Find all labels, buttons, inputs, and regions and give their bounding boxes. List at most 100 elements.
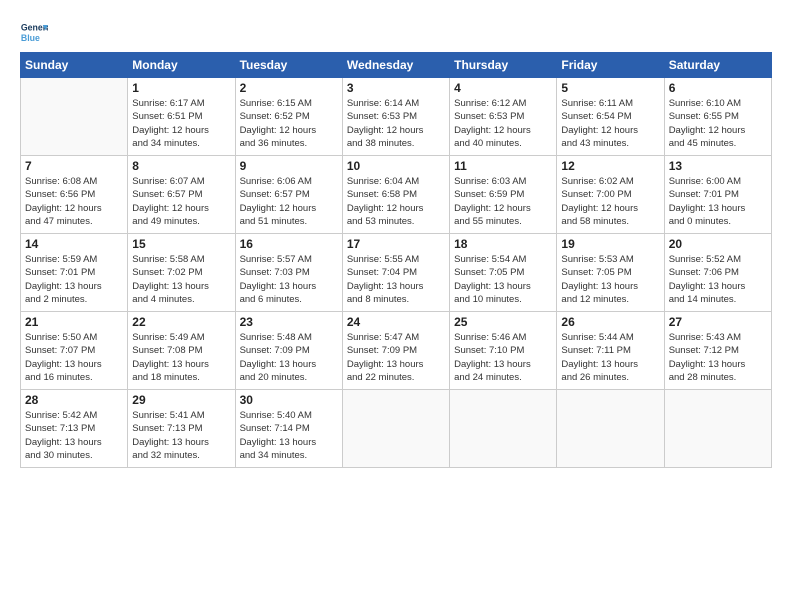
day-number: 23 bbox=[240, 315, 338, 329]
page-container: General Blue SundayMondayTuesdayWednesda… bbox=[0, 0, 792, 478]
calendar-table: SundayMondayTuesdayWednesdayThursdayFrid… bbox=[20, 52, 772, 468]
day-cell: 7Sunrise: 6:08 AM Sunset: 6:56 PM Daylig… bbox=[21, 156, 128, 234]
day-info: Sunrise: 5:43 AM Sunset: 7:12 PM Dayligh… bbox=[669, 331, 767, 384]
day-cell: 14Sunrise: 5:59 AM Sunset: 7:01 PM Dayli… bbox=[21, 234, 128, 312]
day-number: 12 bbox=[561, 159, 659, 173]
day-info: Sunrise: 6:02 AM Sunset: 7:00 PM Dayligh… bbox=[561, 175, 659, 228]
week-row-1: 1Sunrise: 6:17 AM Sunset: 6:51 PM Daylig… bbox=[21, 78, 772, 156]
header-cell-thursday: Thursday bbox=[450, 53, 557, 78]
day-number: 25 bbox=[454, 315, 552, 329]
day-number: 10 bbox=[347, 159, 445, 173]
day-cell: 25 Sunrise: 5:46 AM Sunset: 7:10 PM Dayli… bbox=[450, 312, 557, 390]
header-cell-saturday: Saturday bbox=[664, 53, 771, 78]
day-cell: 6 Sunrise: 6:10 AM Sunset: 6:55 PM Daylig… bbox=[664, 78, 771, 156]
day-info: Sunrise: 5:52 AM Sunset: 7:06 PM Dayligh… bbox=[669, 253, 767, 306]
week-row-2: 7Sunrise: 6:08 AM Sunset: 6:56 PM Daylig… bbox=[21, 156, 772, 234]
day-number: 11 bbox=[454, 159, 552, 173]
day-number: 15 bbox=[132, 237, 230, 251]
day-number: 17 bbox=[347, 237, 445, 251]
day-cell bbox=[557, 390, 664, 468]
day-number: 30 bbox=[240, 393, 338, 407]
day-number: 4 bbox=[454, 81, 552, 95]
day-cell: 30Sunrise: 5:40 AM Sunset: 7:14 PM Dayli… bbox=[235, 390, 342, 468]
header-cell-friday: Friday bbox=[557, 53, 664, 78]
day-cell bbox=[450, 390, 557, 468]
day-cell: 21 Sunrise: 5:50 AM Sunset: 7:07 PM Dayli… bbox=[21, 312, 128, 390]
calendar-body: 1Sunrise: 6:17 AM Sunset: 6:51 PM Daylig… bbox=[21, 78, 772, 468]
day-info: Sunrise: 5:50 AM Sunset: 7:07 PM Dayligh… bbox=[25, 331, 123, 384]
day-number: 24 bbox=[347, 315, 445, 329]
day-number: 19 bbox=[561, 237, 659, 251]
day-cell: 5Sunrise: 6:11 AM Sunset: 6:54 PM Daylig… bbox=[557, 78, 664, 156]
day-info: Sunrise: 5:48 AM Sunset: 7:09 PM Dayligh… bbox=[240, 331, 338, 384]
day-number: 27 bbox=[669, 315, 767, 329]
day-cell: 13Sunrise: 6:00 AM Sunset: 7:01 PM Dayli… bbox=[664, 156, 771, 234]
day-info: Sunrise: 6:08 AM Sunset: 6:56 PM Dayligh… bbox=[25, 175, 123, 228]
day-cell: 16 Sunrise: 5:57 AM Sunset: 7:03 PM Dayli… bbox=[235, 234, 342, 312]
svg-text:Blue: Blue bbox=[21, 33, 40, 43]
day-cell bbox=[664, 390, 771, 468]
day-number: 3 bbox=[347, 81, 445, 95]
header-row: SundayMondayTuesdayWednesdayThursdayFrid… bbox=[21, 53, 772, 78]
day-cell: 8 Sunrise: 6:07 AM Sunset: 6:57 PM Daylig… bbox=[128, 156, 235, 234]
day-number: 26 bbox=[561, 315, 659, 329]
day-number: 28 bbox=[25, 393, 123, 407]
day-cell: 19 Sunrise: 5:53 AM Sunset: 7:05 PM Dayli… bbox=[557, 234, 664, 312]
day-info: Sunrise: 5:46 AM Sunset: 7:10 PM Dayligh… bbox=[454, 331, 552, 384]
day-cell bbox=[21, 78, 128, 156]
day-info: Sunrise: 6:15 AM Sunset: 6:52 PM Dayligh… bbox=[240, 97, 338, 150]
day-cell: 22Sunrise: 5:49 AM Sunset: 7:08 PM Dayli… bbox=[128, 312, 235, 390]
day-cell: 1Sunrise: 6:17 AM Sunset: 6:51 PM Daylig… bbox=[128, 78, 235, 156]
day-info: Sunrise: 5:41 AM Sunset: 7:13 PM Dayligh… bbox=[132, 409, 230, 462]
day-number: 16 bbox=[240, 237, 338, 251]
day-cell: 2 Sunrise: 6:15 AM Sunset: 6:52 PM Daylig… bbox=[235, 78, 342, 156]
day-info: Sunrise: 5:57 AM Sunset: 7:03 PM Dayligh… bbox=[240, 253, 338, 306]
week-row-5: 28 Sunrise: 5:42 AM Sunset: 7:13 PM Dayli… bbox=[21, 390, 772, 468]
header-cell-sunday: Sunday bbox=[21, 53, 128, 78]
day-info: Sunrise: 6:06 AM Sunset: 6:57 PM Dayligh… bbox=[240, 175, 338, 228]
day-info: Sunrise: 6:10 AM Sunset: 6:55 PM Dayligh… bbox=[669, 97, 767, 150]
day-number: 2 bbox=[240, 81, 338, 95]
day-cell: 23 Sunrise: 5:48 AM Sunset: 7:09 PM Dayli… bbox=[235, 312, 342, 390]
day-cell: 17 Sunrise: 5:55 AM Sunset: 7:04 PM Dayli… bbox=[342, 234, 449, 312]
header-cell-wednesday: Wednesday bbox=[342, 53, 449, 78]
day-info: Sunrise: 5:55 AM Sunset: 7:04 PM Dayligh… bbox=[347, 253, 445, 306]
header: General Blue bbox=[20, 18, 772, 46]
day-number: 6 bbox=[669, 81, 767, 95]
day-info: Sunrise: 5:53 AM Sunset: 7:05 PM Dayligh… bbox=[561, 253, 659, 306]
day-number: 5 bbox=[561, 81, 659, 95]
day-info: Sunrise: 6:04 AM Sunset: 6:58 PM Dayligh… bbox=[347, 175, 445, 228]
day-cell: 27 Sunrise: 5:43 AM Sunset: 7:12 PM Dayli… bbox=[664, 312, 771, 390]
day-cell: 3 Sunrise: 6:14 AM Sunset: 6:53 PM Daylig… bbox=[342, 78, 449, 156]
day-info: Sunrise: 6:07 AM Sunset: 6:57 PM Dayligh… bbox=[132, 175, 230, 228]
day-cell: 10 Sunrise: 6:04 AM Sunset: 6:58 PM Dayli… bbox=[342, 156, 449, 234]
calendar-header: SundayMondayTuesdayWednesdayThursdayFrid… bbox=[21, 53, 772, 78]
day-info: Sunrise: 6:12 AM Sunset: 6:53 PM Dayligh… bbox=[454, 97, 552, 150]
day-number: 1 bbox=[132, 81, 230, 95]
logo-icon: General Blue bbox=[20, 18, 48, 46]
logo: General Blue bbox=[20, 18, 48, 46]
day-number: 8 bbox=[132, 159, 230, 173]
week-row-3: 14Sunrise: 5:59 AM Sunset: 7:01 PM Dayli… bbox=[21, 234, 772, 312]
day-info: Sunrise: 6:03 AM Sunset: 6:59 PM Dayligh… bbox=[454, 175, 552, 228]
day-cell: 29 Sunrise: 5:41 AM Sunset: 7:13 PM Dayli… bbox=[128, 390, 235, 468]
day-number: 21 bbox=[25, 315, 123, 329]
day-cell: 4 Sunrise: 6:12 AM Sunset: 6:53 PM Daylig… bbox=[450, 78, 557, 156]
day-cell bbox=[342, 390, 449, 468]
day-cell: 9Sunrise: 6:06 AM Sunset: 6:57 PM Daylig… bbox=[235, 156, 342, 234]
day-info: Sunrise: 5:59 AM Sunset: 7:01 PM Dayligh… bbox=[25, 253, 123, 306]
day-number: 22 bbox=[132, 315, 230, 329]
day-number: 29 bbox=[132, 393, 230, 407]
day-info: Sunrise: 5:47 AM Sunset: 7:09 PM Dayligh… bbox=[347, 331, 445, 384]
day-number: 13 bbox=[669, 159, 767, 173]
day-number: 18 bbox=[454, 237, 552, 251]
header-cell-monday: Monday bbox=[128, 53, 235, 78]
day-cell: 12 Sunrise: 6:02 AM Sunset: 7:00 PM Dayli… bbox=[557, 156, 664, 234]
day-info: Sunrise: 5:42 AM Sunset: 7:13 PM Dayligh… bbox=[25, 409, 123, 462]
day-cell: 24 Sunrise: 5:47 AM Sunset: 7:09 PM Dayli… bbox=[342, 312, 449, 390]
day-cell: 15Sunrise: 5:58 AM Sunset: 7:02 PM Dayli… bbox=[128, 234, 235, 312]
day-info: Sunrise: 6:14 AM Sunset: 6:53 PM Dayligh… bbox=[347, 97, 445, 150]
day-cell: 28 Sunrise: 5:42 AM Sunset: 7:13 PM Dayli… bbox=[21, 390, 128, 468]
header-cell-tuesday: Tuesday bbox=[235, 53, 342, 78]
week-row-4: 21 Sunrise: 5:50 AM Sunset: 7:07 PM Dayli… bbox=[21, 312, 772, 390]
